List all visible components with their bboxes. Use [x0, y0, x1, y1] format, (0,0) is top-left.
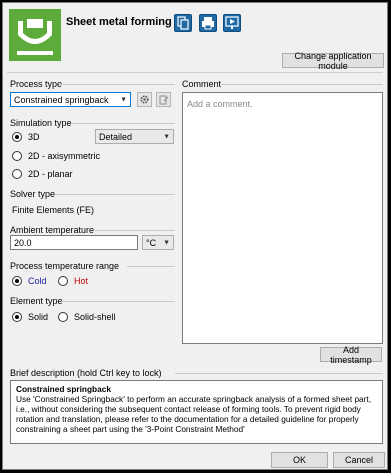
- gear-icon[interactable]: [137, 92, 152, 107]
- comment-divider: [221, 84, 383, 85]
- ambient-temperature-label: Ambient temperature: [10, 225, 95, 235]
- radio-2d-axisymmetric-label: 2D - axisymmetric: [28, 151, 101, 161]
- solver-type-label: Solver type: [10, 189, 56, 199]
- comment-textarea[interactable]: Add a comment.: [182, 92, 383, 344]
- presentation-icon[interactable]: [223, 14, 241, 32]
- solver-type-value: Finite Elements (FE): [12, 205, 95, 215]
- radio-cold-label: Cold: [28, 276, 47, 286]
- simulation-detail-select[interactable]: Detailed ▼: [95, 129, 174, 144]
- brief-description-title: Constrained springback: [16, 384, 111, 394]
- radio-solid-button[interactable]: [12, 312, 22, 322]
- edit-document-icon[interactable]: [156, 92, 171, 107]
- temperature-unit-select[interactable]: °C ▼: [142, 235, 174, 250]
- solver-type-divider: [55, 194, 175, 195]
- chevron-down-icon: ▼: [163, 133, 170, 140]
- radio-3d-button[interactable]: [12, 132, 22, 142]
- simulation-type-divider: [71, 123, 175, 124]
- radio-3d-label: 3D: [28, 132, 40, 142]
- radio-2d-planar-button[interactable]: [12, 169, 22, 179]
- copy-icon[interactable]: [174, 14, 192, 32]
- cancel-button[interactable]: Cancel: [333, 452, 385, 468]
- brief-description-box: Constrained springback Use 'Constrained …: [10, 380, 383, 444]
- temperature-unit-value: °C: [146, 237, 157, 248]
- comment-placeholder: Add a comment.: [187, 99, 253, 109]
- process-temperature-range-label: Process temperature range: [10, 261, 120, 271]
- simulation-type-label: Simulation type: [10, 118, 72, 128]
- ok-button[interactable]: OK: [271, 452, 328, 468]
- radio-hot[interactable]: Hot: [58, 276, 88, 286]
- brief-description-text: Use 'Constrained Springback' to perform …: [16, 394, 372, 434]
- ambient-temperature-input[interactable]: 20.0: [10, 235, 138, 250]
- chevron-down-icon: ▼: [163, 239, 170, 246]
- radio-solid-shell-label: Solid-shell: [74, 312, 116, 322]
- simulation-detail-select-value: Detailed: [99, 131, 133, 142]
- ambient-temperature-divider: [95, 230, 175, 231]
- radio-2d-planar-label: 2D - planar: [28, 169, 73, 179]
- radio-2d-axisymmetric[interactable]: 2D - axisymmetric: [12, 151, 100, 161]
- add-timestamp-button[interactable]: Add timestamp: [320, 345, 382, 365]
- process-type-select-value: Constrained springback: [14, 94, 109, 105]
- sheet-metal-logo-icon: [9, 9, 61, 61]
- radio-2d-planar[interactable]: 2D - planar: [12, 169, 73, 179]
- radio-solid-shell[interactable]: Solid-shell: [58, 312, 116, 322]
- comment-label: Comment: [182, 79, 222, 89]
- printer-icon[interactable]: [199, 14, 217, 32]
- chevron-down-icon: ▼: [120, 96, 127, 103]
- radio-hot-button[interactable]: [58, 276, 68, 286]
- sheet-metal-forming-dialog: Sheet metal forming Change application m…: [2, 2, 388, 470]
- change-application-module-button[interactable]: Change application module: [282, 51, 384, 71]
- radio-3d[interactable]: 3D: [12, 132, 40, 142]
- radio-hot-label: Hot: [74, 276, 89, 286]
- radio-solid-label: Solid: [28, 312, 49, 322]
- brief-description-divider: [175, 373, 383, 374]
- element-type-label: Element type: [10, 296, 63, 306]
- brief-description-label: Brief description (hold Ctrl key to lock…: [10, 368, 162, 378]
- radio-2d-axisymmetric-button[interactable]: [12, 151, 22, 161]
- radio-solid[interactable]: Solid: [12, 312, 48, 322]
- process-type-label: Process type: [10, 79, 63, 89]
- radio-cold[interactable]: Cold: [12, 276, 47, 286]
- element-type-divider: [61, 301, 175, 302]
- process-type-divider: [59, 84, 175, 85]
- process-type-select[interactable]: Constrained springback ▼: [10, 92, 131, 107]
- process-temperature-range-divider: [127, 266, 175, 267]
- radio-cold-button[interactable]: [12, 276, 22, 286]
- ambient-temperature-value: 20.0: [14, 237, 32, 248]
- app-title: Sheet metal forming: [66, 16, 172, 28]
- radio-solid-shell-button[interactable]: [58, 312, 68, 322]
- header-divider: [7, 72, 383, 73]
